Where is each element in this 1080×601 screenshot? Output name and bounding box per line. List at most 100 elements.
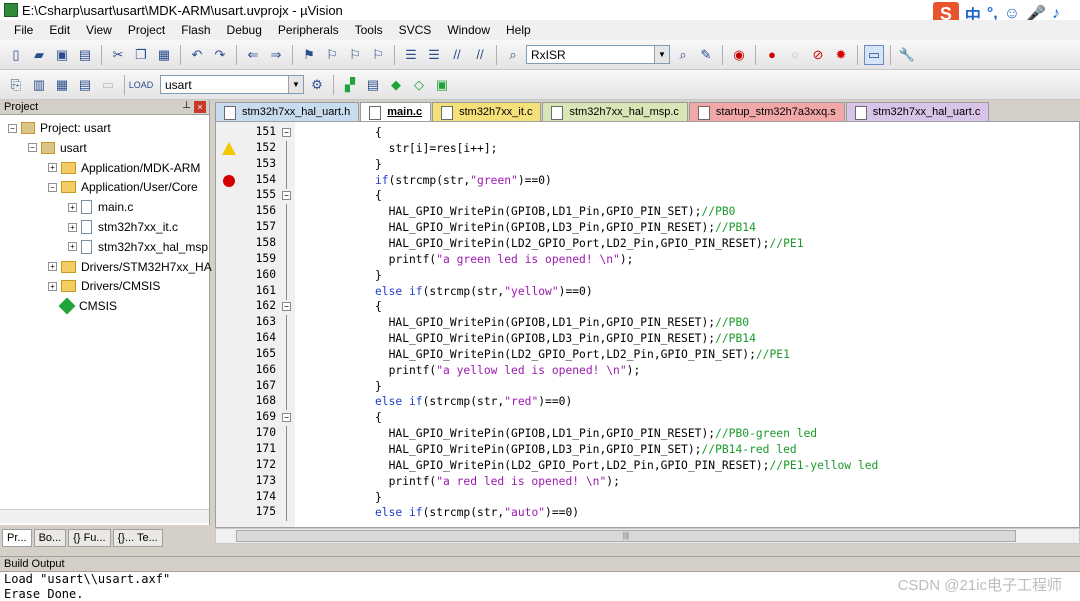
menu-view[interactable]: View <box>78 23 120 37</box>
editor-tab[interactable]: stm32h7xx_it.c <box>432 102 542 121</box>
code-editor[interactable]: 151−{152 str[i]=res[i++]; 153} 154 if(strcm… <box>215 121 1080 528</box>
code-line[interactable]: 171 HAL_GPIO_WritePin(GPIOB,LD3_Pin,GPIO… <box>216 442 1079 458</box>
nav-back-icon[interactable]: ⇐ <box>243 45 263 65</box>
incremental-find-icon[interactable]: ✎ <box>696 45 716 65</box>
configure-icon[interactable]: 🔧 <box>897 45 917 65</box>
tree-item[interactable]: − Project: usart <box>8 118 111 138</box>
nav-forward-icon[interactable]: ⇒ <box>266 45 286 65</box>
collapse-icon[interactable]: − <box>8 123 17 133</box>
copy-icon[interactable]: ❐ <box>131 45 151 65</box>
code-line[interactable]: 170 HAL_GPIO_WritePin(GPIOB,LD1_Pin,GPIO… <box>216 426 1079 443</box>
open-file-icon[interactable]: ▰ <box>29 45 49 65</box>
pack-installer-icon[interactable]: ◆ <box>386 75 406 95</box>
bookmark-prev-icon[interactable]: ⚐ <box>322 45 342 65</box>
target-combo[interactable]: usart ▼ <box>160 75 304 94</box>
undo-icon[interactable]: ↶ <box>187 45 207 65</box>
code-line[interactable]: 166 printf("a yellow led is opened! \n")… <box>216 362 1079 379</box>
tree-item[interactable]: − usart <box>28 138 87 158</box>
tab-functions[interactable]: {} Fu... <box>68 529 111 547</box>
pin-icon[interactable]: ⊥ <box>182 100 191 111</box>
indent-icon[interactable]: ☰ <box>401 45 421 65</box>
tree-item[interactable]: CMSIS <box>48 296 117 316</box>
insert-breakpoint-icon[interactable]: ● <box>762 45 782 65</box>
translate-icon[interactable]: ⎘ <box>6 75 26 95</box>
unindent-icon[interactable]: ☰ <box>424 45 444 65</box>
code-line[interactable]: 161 else if(strcmp(str,"yellow")==0) <box>216 283 1079 300</box>
collapse-icon[interactable]: − <box>48 182 57 192</box>
uncomment-icon[interactable]: // <box>470 45 490 65</box>
menu-flash[interactable]: Flash <box>173 23 218 37</box>
expand-icon[interactable]: + <box>68 202 77 212</box>
tab-project[interactable]: Pr... <box>2 529 32 547</box>
close-icon[interactable]: × <box>194 101 206 113</box>
find-in-files-icon[interactable]: ⌕ <box>503 45 523 65</box>
fold-collapse-icon[interactable]: − <box>282 191 291 201</box>
file-extensions-icon[interactable]: ▤ <box>363 75 383 95</box>
code-line[interactable]: 160} <box>216 267 1079 284</box>
code-line[interactable]: 151− { <box>216 125 1079 141</box>
rebuild-icon[interactable]: ▦ <box>52 75 72 95</box>
tree-item[interactable]: + Drivers/STM32H7xx_HA <box>48 257 212 277</box>
project-hscrollbar[interactable] <box>0 509 209 523</box>
target-options-icon[interactable]: ⚙ <box>307 75 327 95</box>
menu-debug[interactable]: Debug <box>219 23 270 37</box>
save-all-icon[interactable]: ▤ <box>75 45 95 65</box>
code-line[interactable]: 168 else if(strcmp(str,"red")==0) <box>216 394 1079 411</box>
tab-books[interactable]: Bo... <box>33 529 67 547</box>
chevron-down-icon[interactable]: ▼ <box>654 46 669 63</box>
editor-tab[interactable]: stm32h7xx_hal_uart.h <box>215 102 360 121</box>
expand-icon[interactable]: + <box>68 242 77 252</box>
code-line[interactable]: 169− { <box>216 410 1079 426</box>
fold-collapse-icon[interactable]: − <box>282 413 291 423</box>
manage-components-icon[interactable]: ▞ <box>340 75 360 95</box>
debug-session-icon[interactable]: ◉ <box>729 45 749 65</box>
code-line[interactable]: 153} <box>216 156 1079 173</box>
disable-all-breakpoints-icon[interactable]: ⊘ <box>808 45 828 65</box>
code-line[interactable]: 172 HAL_GPIO_WritePin(LD2_GPIO_Port,LD2_… <box>216 457 1079 474</box>
new-file-icon[interactable]: ▯ <box>6 45 26 65</box>
code-line[interactable]: 155− { <box>216 188 1079 204</box>
bookmark-next-icon[interactable]: ⚐ <box>345 45 365 65</box>
code-line[interactable]: 174} <box>216 489 1079 506</box>
expand-icon[interactable]: + <box>48 262 57 272</box>
window-layout-icon[interactable]: ▭ <box>864 44 884 65</box>
bookmark-clear-icon[interactable]: ⚐ <box>368 45 388 65</box>
save-icon[interactable]: ▣ <box>52 45 72 65</box>
code-line[interactable]: 162− { <box>216 299 1079 315</box>
code-line[interactable]: 158 HAL_GPIO_WritePin(LD2_GPIO_Port,LD2_… <box>216 235 1079 252</box>
code-line[interactable]: 156 HAL_GPIO_WritePin(GPIOB,LD1_Pin,GPIO… <box>216 204 1079 221</box>
run-time-environment-icon[interactable]: ▣ <box>432 75 452 95</box>
batch-build-icon[interactable]: ▤ <box>75 75 95 95</box>
paste-icon[interactable]: ▦ <box>154 45 174 65</box>
menu-file[interactable]: File <box>6 23 41 37</box>
menu-peripherals[interactable]: Peripherals <box>270 23 347 37</box>
tab-templates[interactable]: {}... Te... <box>112 529 163 547</box>
download-icon[interactable]: LOAD <box>129 75 154 95</box>
tree-item[interactable]: + main.c <box>68 197 133 217</box>
editor-tab[interactable]: stm32h7xx_hal_msp.c <box>542 102 688 121</box>
menu-window[interactable]: Window <box>439 23 498 37</box>
code-line[interactable]: 164 HAL_GPIO_WritePin(GPIOB,LD3_Pin,GPIO… <box>216 331 1079 348</box>
code-line[interactable]: 154 if(strcmp(str,"green")==0) <box>216 172 1079 189</box>
code-line[interactable]: 152 str[i]=res[i++]; <box>216 140 1079 157</box>
expand-icon[interactable]: + <box>48 281 57 291</box>
cut-icon[interactable]: ✂ <box>108 45 128 65</box>
editor-tab[interactable]: startup_stm32h7a3xxq.s <box>688 102 845 121</box>
tree-item[interactable]: + Drivers/CMSIS <box>48 276 160 296</box>
menu-help[interactable]: Help <box>498 23 539 37</box>
editor-tab[interactable]: main.c <box>360 102 432 121</box>
code-line[interactable]: 175 else if(strcmp(str,"auto")==0) <box>216 505 1079 522</box>
expand-icon[interactable]: + <box>68 222 77 232</box>
chevron-down-icon[interactable]: ▼ <box>288 76 303 93</box>
fold-collapse-icon[interactable]: − <box>282 128 291 137</box>
code-line[interactable]: 167} <box>216 378 1079 395</box>
tree-item[interactable]: + stm32h7xx_hal_msp <box>68 237 208 257</box>
expand-icon[interactable]: + <box>48 163 57 173</box>
menu-edit[interactable]: Edit <box>41 23 78 37</box>
code-line[interactable]: 159 printf("a green led is opened! \n"); <box>216 251 1079 268</box>
editor-hscrollbar[interactable]: ||| <box>215 528 1080 544</box>
menu-svcs[interactable]: SVCS <box>391 23 440 37</box>
find-combo[interactable]: RxISR ▼ <box>526 45 670 64</box>
stop-build-icon[interactable]: ▭ <box>98 75 118 95</box>
comment-icon[interactable]: // <box>447 45 467 65</box>
